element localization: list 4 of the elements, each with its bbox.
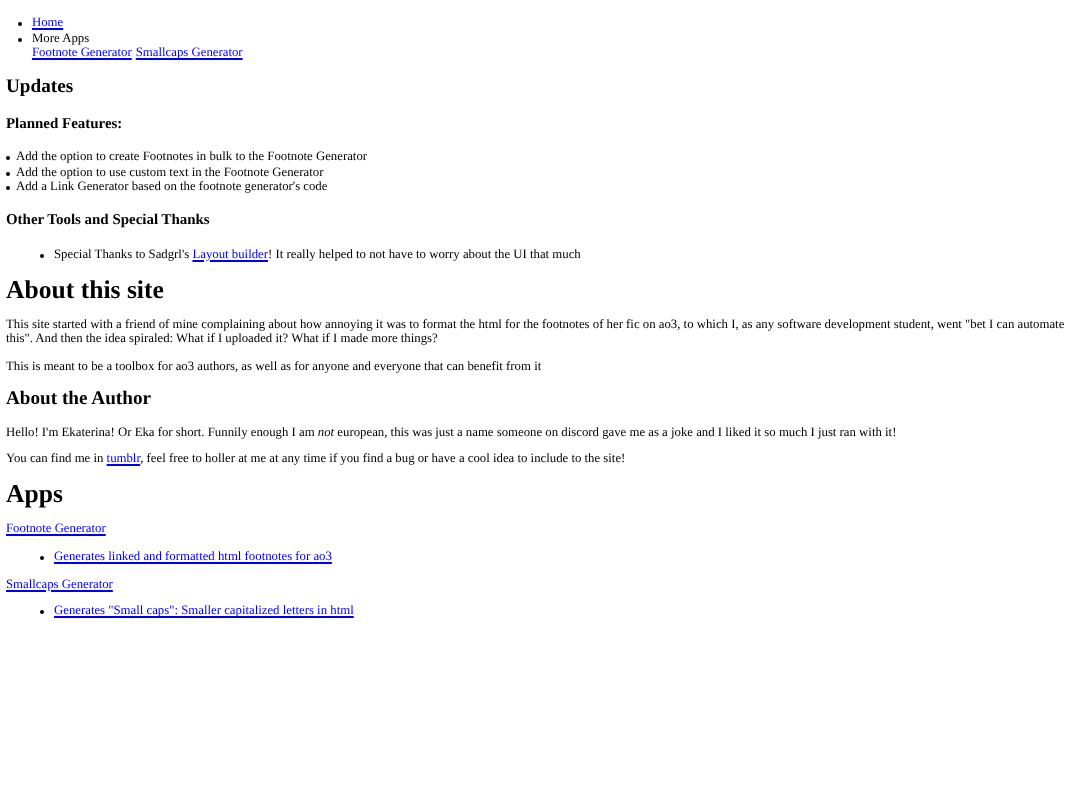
section-heading: Apps xyxy=(6,480,65,510)
section-heading: Updates xyxy=(6,75,76,98)
section-heading: About the Author xyxy=(6,388,153,411)
section-heading: About this site xyxy=(6,275,166,305)
